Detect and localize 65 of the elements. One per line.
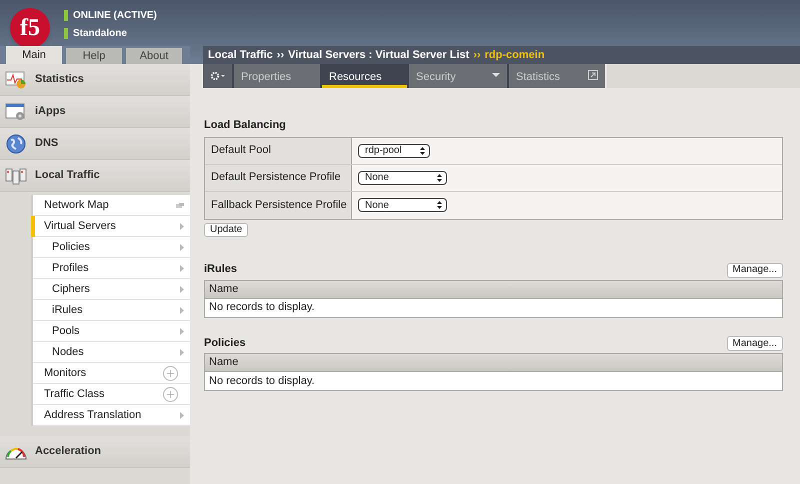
sidebar-section[interactable]: Local Traffic [35, 167, 100, 184]
arrow-icon [180, 222, 184, 230]
sidebar-item[interactable]: Network Map [33, 195, 190, 216]
breadcrumb-separator: ›› [276, 48, 284, 63]
select-field[interactable]: None [358, 170, 447, 184]
sidebar-item[interactable]: Ciphers [33, 279, 190, 300]
arrow-icon [180, 306, 184, 314]
sidebar-item[interactable]: Profiles [33, 258, 190, 279]
manage-button[interactable]: Manage... [726, 262, 783, 278]
arrow-icon [180, 264, 184, 272]
breadcrumb-item: Local Traffic [208, 48, 273, 63]
main-tab[interactable]: About [126, 48, 182, 64]
field-label: Fallback Persistence Profile [205, 192, 352, 218]
settings-menu-button[interactable] [203, 64, 232, 88]
breadcrumb-separator: ›› [473, 48, 481, 63]
updown-icon [420, 146, 425, 154]
arrow-icon [180, 244, 184, 250]
add-icon [163, 386, 178, 402]
select-field[interactable]: rdp-pool [358, 144, 430, 158]
sidebar-section[interactable]: iApps [35, 103, 66, 120]
sidebar-section[interactable]: Acceleration [35, 443, 102, 460]
sidebar-section[interactable]: Statistics [35, 71, 84, 88]
caret-icon [492, 73, 500, 77]
sidebar-item[interactable]: Pools [33, 321, 190, 342]
arrow-icon [180, 286, 184, 292]
gear-icon [210, 72, 226, 80]
manage-button[interactable]: Manage... [726, 336, 783, 351]
updown-icon [437, 201, 442, 209]
add-icon [163, 366, 178, 380]
section-title: iRules [204, 262, 238, 277]
breadcrumb-current: rdp-comein [484, 48, 545, 63]
sidebar-item[interactable]: Policies [33, 237, 190, 258]
column-header: Name [205, 280, 782, 298]
main-tab[interactable]: Main [6, 46, 62, 64]
status-text: ONLINE (ACTIVE) [73, 9, 157, 23]
sidebar-section[interactable]: DNS [35, 135, 58, 152]
field-label: Default Pool [205, 138, 352, 164]
section-title: Policies [204, 336, 246, 350]
updown-icon [437, 174, 442, 182]
select-field[interactable]: None [358, 198, 447, 212]
sidebar-item[interactable]: Address Translation [33, 405, 190, 426]
section-title: Load Balancing [204, 118, 287, 133]
sidebar-item[interactable]: Traffic Class [33, 384, 190, 405]
empty-message: No records to display. [208, 300, 316, 316]
empty-message: No records to display. [208, 374, 316, 389]
window-icon [5, 102, 27, 120]
chart-icon [5, 70, 27, 88]
status-text: Standalone [73, 27, 127, 41]
column-header: Name [205, 354, 782, 372]
logo: f5 [10, 8, 50, 48]
sidebar-item[interactable]: Nodes [33, 342, 190, 363]
update-button[interactable]: Update [204, 222, 248, 236]
globe-icon [5, 134, 27, 154]
main-tab[interactable]: Help [66, 48, 122, 64]
field-label: Default Persistence Profile [205, 164, 352, 190]
servers-icon [5, 166, 27, 184]
sidebar-item[interactable]: iRules [33, 300, 190, 321]
breadcrumb-item: Virtual Servers : Virtual Server List [288, 48, 470, 63]
arrow-icon [180, 348, 184, 356]
sidebar-item[interactable]: Monitors [33, 363, 190, 384]
sidebar-item[interactable]: Virtual Servers [33, 216, 190, 237]
arrow-icon [180, 328, 184, 334]
popout-icon [588, 70, 598, 80]
popout-icon [176, 202, 184, 208]
arrow-icon [180, 412, 184, 418]
